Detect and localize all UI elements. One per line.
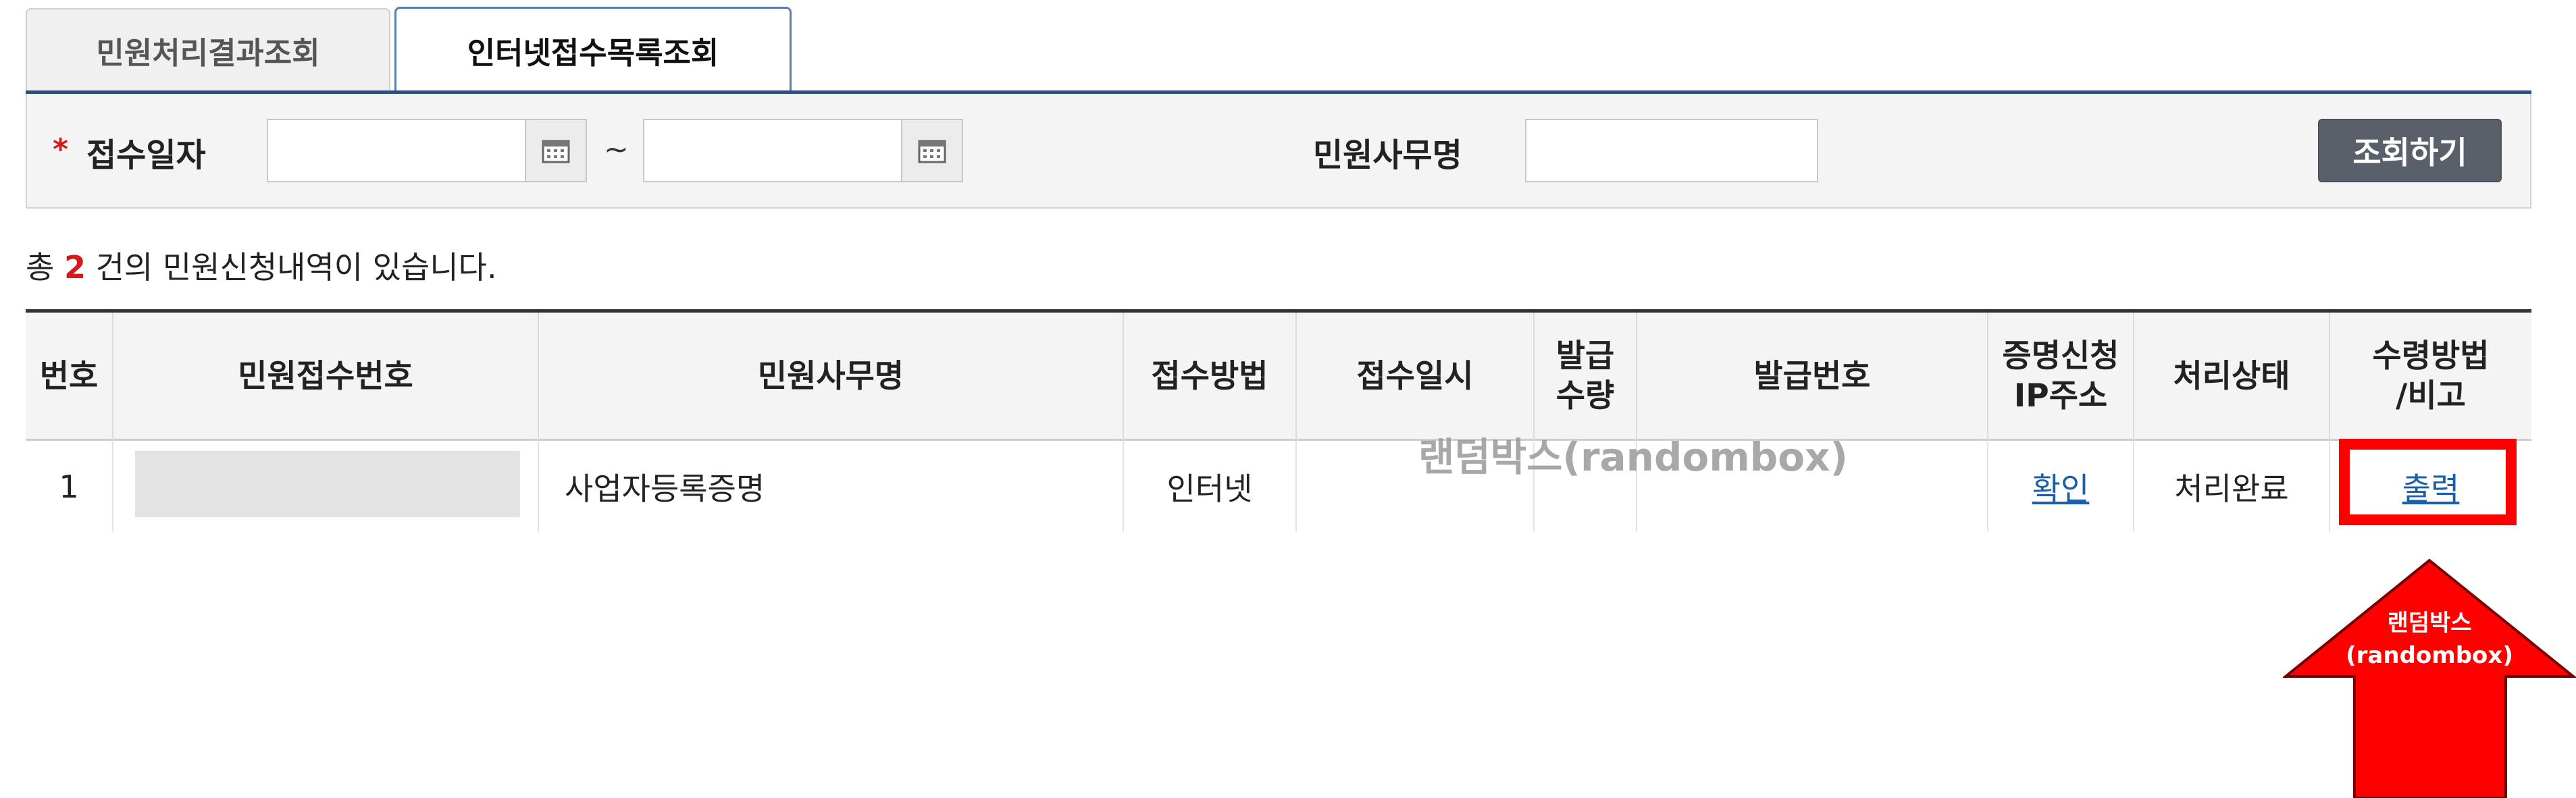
result-summary: 총 2 건의 민원신청내역이 있습니다.: [26, 243, 497, 288]
summary-suffix: 건의 민원신청내역이 있습니다.: [95, 249, 497, 286]
tab-internet-list-label: 인터넷접수목록조회: [467, 35, 719, 71]
tab-result-inquiry-label: 민원처리결과조회: [96, 34, 320, 71]
result-count: 2: [63, 249, 86, 286]
date-to-input[interactable]: [643, 119, 902, 182]
col-header-receipt-no: 민원접수번호: [112, 313, 538, 441]
required-mark: *: [53, 132, 69, 167]
tab-result-inquiry[interactable]: 민원처리결과조회: [26, 8, 390, 90]
callout-line1: 랜덤박스: [2387, 610, 2471, 637]
highlight-box: [2339, 439, 2517, 525]
calendar-icon: [542, 140, 570, 163]
masked-receipt-no: [135, 451, 520, 517]
cell-ip: 확인: [1987, 441, 2133, 532]
col-header-receive: 수령방법 /비고: [2329, 313, 2531, 441]
col-header-issue-qty-line1: 발급: [1555, 338, 1615, 375]
col-header-datetime: 접수일시: [1295, 313, 1533, 441]
col-header-ip-line2: IP주소: [2013, 377, 2108, 415]
callout-arrow: 랜덤박스 (randombox): [2283, 558, 2576, 798]
col-header-office-name: 민원사무명: [538, 313, 1123, 441]
calendar-from-button[interactable]: [525, 119, 587, 182]
watermark-text: 랜덤박스(randombox): [1418, 434, 1849, 480]
cell-status: 처리완료: [2133, 441, 2329, 532]
col-header-receive-line1: 수령방법: [2372, 338, 2490, 375]
tab-internet-list[interactable]: 인터넷접수목록조회: [394, 7, 792, 92]
date-label: 접수일자: [86, 136, 206, 174]
col-header-method: 접수방법: [1123, 313, 1295, 441]
col-header-receive-line2: /비고: [2396, 377, 2466, 415]
cell-no: 1: [59, 468, 79, 505]
summary-prefix: 총: [26, 249, 55, 286]
office-name-label: 민원사무명: [1313, 136, 1462, 174]
office-name-input[interactable]: [1525, 119, 1818, 182]
date-from-input[interactable]: [267, 119, 526, 182]
cell-office-name: 사업자등록증명: [538, 441, 1123, 532]
range-separator: ~: [604, 132, 629, 167]
col-header-issue-qty: 발급 수량: [1533, 313, 1636, 441]
cell-method: 인터넷: [1123, 441, 1295, 532]
calendar-to-button[interactable]: [901, 119, 963, 182]
ip-confirm-link[interactable]: 확인: [2032, 464, 2090, 509]
col-header-status: 처리상태: [2133, 313, 2329, 441]
callout-line2: (randombox): [2346, 642, 2513, 669]
col-header-issue-no: 발급번호: [1636, 313, 1987, 441]
search-button[interactable]: 조회하기: [2318, 119, 2502, 182]
col-header-no: 번호: [39, 357, 99, 395]
col-header-ip: 증명신청 IP주소: [1987, 313, 2133, 441]
col-header-issue-qty-line2: 수량: [1555, 377, 1615, 415]
col-header-ip-line1: 증명신청: [2002, 338, 2119, 375]
calendar-icon: [918, 140, 946, 163]
